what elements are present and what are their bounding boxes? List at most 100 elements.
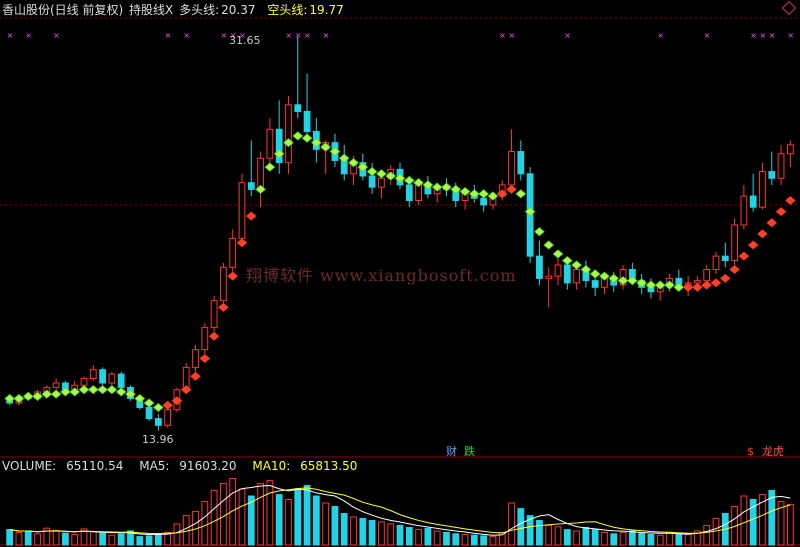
volume-bar xyxy=(62,532,69,546)
signal-marker: × xyxy=(323,31,330,40)
holding-line-segment xyxy=(22,391,34,401)
volume-bar xyxy=(405,527,413,546)
volume-bar xyxy=(368,520,376,546)
volume-bar xyxy=(322,502,330,546)
watermark: 翔博软件 www.xiangbosoft.com xyxy=(246,266,517,285)
candle-body xyxy=(517,151,525,175)
ma5-value: 91603.20 xyxy=(179,459,237,473)
holding-line-segment xyxy=(543,240,554,250)
holding-line-segment xyxy=(246,211,257,221)
holding-line-segment xyxy=(143,398,155,408)
signal-marker: × xyxy=(509,31,516,40)
candle-body xyxy=(294,104,302,112)
candle-body xyxy=(480,197,488,206)
candle-body xyxy=(220,266,227,302)
volume-bar xyxy=(387,523,395,546)
holding-line-segment xyxy=(301,133,313,143)
holding-line-segment xyxy=(738,251,750,261)
ma10-value: 65813.50 xyxy=(300,459,358,473)
high-price-label: 31.65 xyxy=(229,34,261,47)
volume-bar xyxy=(563,529,571,546)
signal-marker: × xyxy=(759,31,766,40)
long-line-value: 20.37 xyxy=(221,3,256,17)
holding-line-segment xyxy=(757,229,768,239)
holding-line-segment xyxy=(208,331,220,341)
candle-body xyxy=(89,369,97,380)
candle-body xyxy=(545,275,553,279)
candle-body xyxy=(563,264,571,284)
volume-bar xyxy=(52,529,60,546)
holding-line-segment xyxy=(264,162,276,172)
holding-line-segment xyxy=(506,184,517,194)
volume-bar xyxy=(201,501,209,546)
candlestick-series xyxy=(6,36,794,431)
volume-bar xyxy=(647,534,655,546)
signal-marker: × xyxy=(704,31,711,40)
holding-line-segment xyxy=(766,218,778,228)
candle-body xyxy=(405,184,413,202)
volume-bar xyxy=(89,531,97,546)
volume-header: VOLUME: 65110.54 MA5: 91603.20 MA10: 658… xyxy=(2,459,369,473)
volume-bar xyxy=(6,529,14,546)
volume-bar xyxy=(536,520,543,546)
candle-body xyxy=(108,373,116,384)
holding-line-segment xyxy=(190,371,201,381)
signal-marker: × xyxy=(564,31,571,40)
volume-bar xyxy=(498,531,506,546)
candle-body xyxy=(52,382,60,388)
volume-bar xyxy=(312,495,320,546)
holding-line-segment xyxy=(710,278,722,288)
candle-body xyxy=(740,195,748,226)
volume-bar xyxy=(285,499,292,546)
candle-body xyxy=(768,171,776,179)
candle-body xyxy=(573,268,580,284)
volume-bar xyxy=(619,531,627,546)
volume-bar xyxy=(15,531,23,546)
signal-marker: × xyxy=(53,31,60,40)
holding-line-segment xyxy=(199,353,211,364)
event-tag-dragon-tiger[interactable]: 龙虎 xyxy=(761,445,785,458)
volume-bar xyxy=(154,534,162,546)
candle-body xyxy=(508,151,515,186)
candle-body xyxy=(731,224,738,262)
holding-line-segment xyxy=(227,271,238,281)
volume-bar xyxy=(675,533,683,546)
volume-bar xyxy=(294,488,302,546)
volume-bar xyxy=(508,502,515,546)
volume-bar xyxy=(703,524,711,546)
volume-bar xyxy=(489,536,497,546)
signal-marker: × xyxy=(25,31,32,40)
holding-line-segment xyxy=(366,167,378,177)
volume-bar xyxy=(24,530,32,546)
volume-bar xyxy=(656,534,664,546)
volume-bar xyxy=(424,527,432,546)
volume-bar xyxy=(350,516,357,546)
candle-body xyxy=(703,268,711,282)
holding-line-segment xyxy=(106,385,118,395)
volume-bar xyxy=(786,503,794,546)
holding-line-segment xyxy=(78,385,90,395)
volume-bar xyxy=(99,532,106,546)
signal-marker: × xyxy=(499,31,506,40)
candle-body xyxy=(145,406,153,420)
volume-bar xyxy=(443,531,450,546)
event-tag-drop[interactable]: 跌 xyxy=(463,445,476,458)
volume-bar xyxy=(340,513,348,546)
holding-line-segment xyxy=(785,195,796,206)
volume-bar xyxy=(303,485,311,546)
volume-bar xyxy=(554,526,562,546)
candle-body xyxy=(154,418,162,426)
holding-line-segment xyxy=(534,227,545,237)
short-line-value: 19.77 xyxy=(309,3,344,17)
event-tag-dollar[interactable]: $ xyxy=(746,445,755,458)
candle-body xyxy=(749,195,757,208)
volume-bar xyxy=(573,530,580,546)
candle-body xyxy=(99,369,106,384)
holding-line-segment xyxy=(376,169,387,179)
ma10-label: MA10: xyxy=(252,459,291,473)
candle-body xyxy=(712,255,720,270)
candle-body xyxy=(210,300,218,328)
event-tag-finance[interactable]: 财 xyxy=(445,445,458,458)
candle-body xyxy=(192,349,199,368)
volume-bar xyxy=(684,534,692,546)
